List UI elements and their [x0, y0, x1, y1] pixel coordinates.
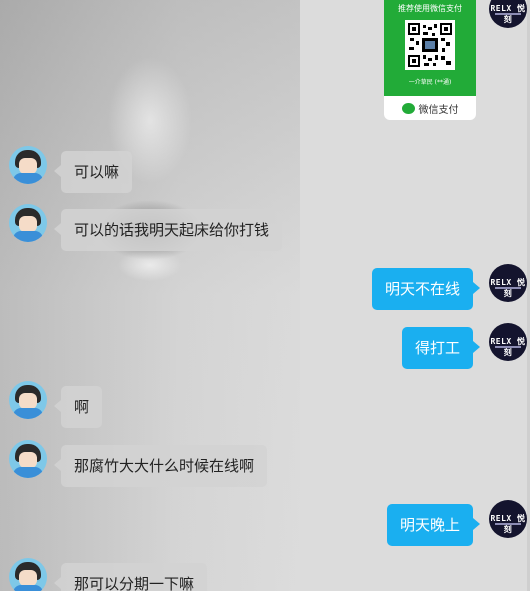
- contact-avatar[interactable]: [9, 204, 47, 242]
- avatar-face: [19, 216, 37, 232]
- avatar-shirt: [13, 173, 43, 184]
- relx-logo-underline: [495, 523, 521, 525]
- message-bubble-received[interactable]: 啊: [53, 386, 103, 428]
- avatar-shirt: [13, 585, 43, 591]
- avatar-face: [19, 570, 37, 586]
- contact-avatar[interactable]: [9, 381, 47, 419]
- qr-card-footer-label: 微信支付: [418, 104, 459, 116]
- wechat-pay-icon: [401, 102, 415, 114]
- chat-background-shade: [0, 0, 300, 591]
- avatar-shirt: [13, 467, 43, 478]
- avatar-shirt: [13, 231, 43, 242]
- avatar-face: [19, 158, 37, 174]
- self-avatar[interactable]: RELX 悦刻: [489, 500, 527, 538]
- qr-card-title: 推荐使用微信支付: [398, 4, 462, 13]
- message-bubble-received[interactable]: 可以的话我明天起床给你打钱: [53, 209, 283, 251]
- qr-card-header: 推荐使用微信支付 一介草民 (**通): [384, 0, 476, 96]
- contact-avatar[interactable]: [9, 558, 47, 591]
- message-bubble-received[interactable]: 那腐竹大大什么时候在线啊: [53, 445, 268, 487]
- relx-logo-underline: [495, 346, 521, 348]
- message-bubble-sent[interactable]: 得打工: [401, 327, 481, 369]
- contact-avatar[interactable]: [9, 440, 47, 478]
- self-avatar[interactable]: RELX 悦刻: [489, 264, 527, 302]
- relx-logo-underline: [495, 287, 521, 289]
- qr-card-footer: 微信支付: [384, 96, 476, 120]
- contact-avatar[interactable]: [9, 146, 47, 184]
- message-bubble-received[interactable]: 那可以分期一下嘛: [53, 563, 208, 591]
- avatar-shirt: [13, 408, 43, 419]
- qr-card-caption: 一介草民 (**通): [408, 79, 452, 86]
- qr-code-image: [405, 20, 455, 70]
- avatar-face: [19, 452, 37, 468]
- self-avatar[interactable]: RELX 悦刻: [489, 0, 527, 28]
- message-bubble-received[interactable]: 可以嘛: [53, 151, 133, 193]
- qr-payment-card[interactable]: 推荐使用微信支付 一介草民 (**通) 微信支付: [384, 0, 476, 120]
- message-bubble-sent[interactable]: 明天晚上: [386, 504, 481, 546]
- avatar-face: [19, 393, 37, 409]
- self-avatar[interactable]: RELX 悦刻: [489, 323, 527, 361]
- message-bubble-sent[interactable]: 明天不在线: [371, 268, 481, 310]
- relx-logo-underline: [495, 13, 521, 15]
